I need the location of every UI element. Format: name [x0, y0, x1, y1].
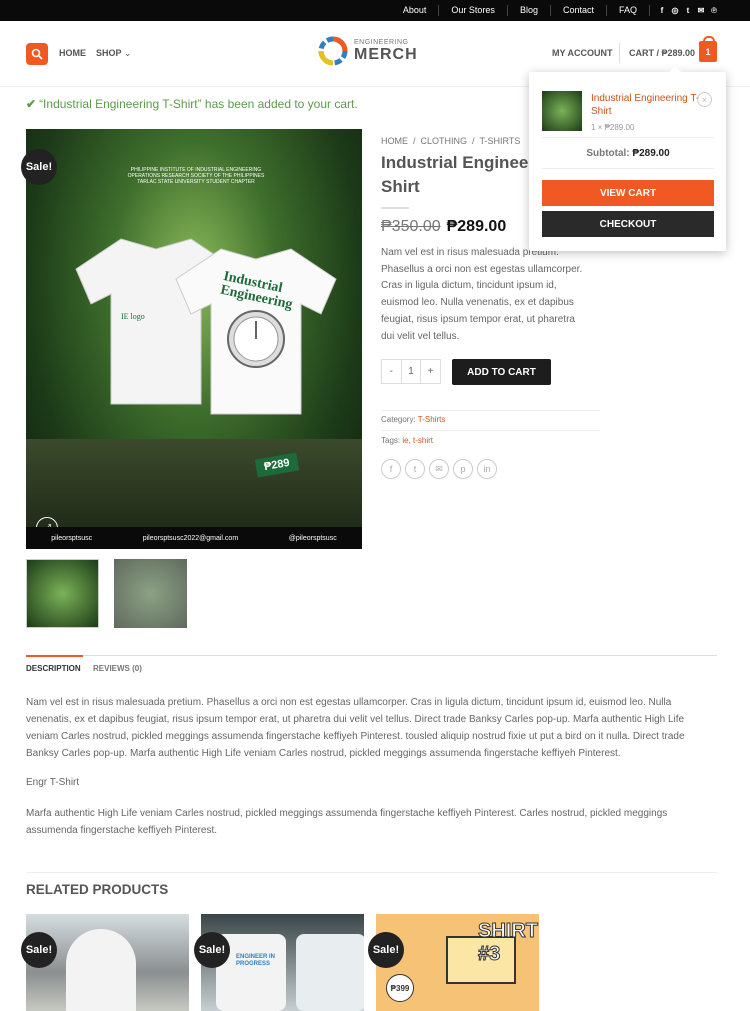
description-paragraph-3: Marfa authentic High Life veniam Carles … — [26, 808, 668, 836]
view-cart-button[interactable]: VIEW CART — [542, 180, 714, 206]
checkout-button[interactable]: CHECKOUT — [542, 211, 714, 237]
product-tabs: DESCRIPTION REVIEWS (0) — [26, 655, 717, 681]
related-1-sale-badge: Sale! — [21, 932, 57, 968]
meta-divider-2 — [381, 430, 600, 431]
main-nav: HOME SHOP ⌄ — [59, 48, 131, 59]
qty-input[interactable]: 1 — [400, 360, 422, 383]
breadcrumb-tshirts[interactable]: T-SHIRTS — [480, 136, 521, 146]
nav-shop[interactable]: SHOP ⌄ — [96, 48, 131, 59]
related-1-image — [66, 929, 136, 1011]
related-3-title: SHIRT #3 — [478, 920, 539, 966]
share-email-icon[interactable]: ✉ — [429, 459, 449, 479]
pinterest-icon[interactable]: ℗ — [710, 6, 718, 15]
title-divider — [381, 207, 409, 209]
logo-line2: MERCH — [354, 46, 418, 63]
short-description: Nam vel est in risus malesuada pretium. … — [381, 247, 583, 342]
twitter-icon[interactable]: t — [684, 6, 692, 15]
social-icons: f ◎ t ✉ ℗ — [658, 6, 718, 15]
meta-divider-1 — [381, 410, 600, 411]
breadcrumb-home[interactable]: HOME — [381, 136, 408, 146]
gear-logo-icon — [318, 36, 348, 66]
old-price: ₱350.00 — [381, 218, 441, 235]
image-footer-twitter: @pileorsptsusc — [288, 534, 337, 542]
site-logo[interactable]: ENGINEERING MERCH — [316, 34, 418, 68]
image-header-text: PHILIPPINE INSTITUTE OF INDUSTRIAL ENGIN… — [127, 167, 265, 185]
header-divider — [619, 43, 620, 63]
logo-text: ENGINEERING MERCH — [354, 39, 418, 63]
my-account-link[interactable]: MY ACCOUNT — [552, 48, 613, 58]
added-to-cart-notice: ✔ “Industrial Engineering T-Shirt” has be… — [26, 97, 358, 111]
product-category: Category: T-Shirts — [381, 415, 446, 424]
mini-cart-item-name[interactable]: Industrial Engineering T-Shirt — [591, 92, 701, 118]
related-2-sale-badge: Sale! — [194, 932, 230, 968]
breadcrumb-clothing[interactable]: CLOTHING — [421, 136, 468, 146]
product-thumbnail-1[interactable] — [26, 559, 99, 628]
image-footer-strip: pileorsptsusc pileorsptsusc2022@gmail.co… — [26, 527, 362, 549]
sale-badge: Sale! — [21, 149, 57, 185]
category-link[interactable]: T-Shirts — [418, 415, 446, 424]
subtotal-value: ₱289.00 — [632, 148, 670, 159]
product-main-image[interactable]: PHILIPPINE INSTITUTE OF INDUSTRIAL ENGIN… — [26, 129, 362, 549]
topbar-link-contact[interactable]: Contact — [551, 5, 607, 16]
related-product-3[interactable]: SHIRT #3 ₱399 — [376, 914, 539, 1011]
search-icon — [31, 48, 43, 60]
image-footer-email: pileorsptsusc2022@gmail.com — [142, 534, 239, 542]
related-product-2[interactable]: ENGINEER IN PROGRESS — [201, 914, 364, 1011]
qty-plus-button[interactable]: + — [421, 360, 440, 383]
tags-links[interactable]: ie, t-shirt — [402, 436, 433, 445]
share-twitter-icon[interactable]: t — [405, 459, 425, 479]
product-price: ₱350.00 ₱289.00 — [381, 218, 506, 236]
mini-cart-subtotal: Subtotal: ₱289.00 — [542, 137, 714, 169]
instagram-icon[interactable]: ◎ — [671, 6, 679, 15]
breadcrumb: HOME / CLOTHING / T-SHIRTS — [381, 136, 521, 146]
related-3-price-badge: ₱399 — [386, 974, 414, 1002]
cart-bag-icon[interactable]: 1 — [699, 36, 717, 62]
related-3-sale-badge: Sale! — [368, 932, 404, 968]
share-linkedin-icon[interactable]: in — [477, 459, 497, 479]
product-tags: Tags: ie, t-shirt — [381, 436, 434, 445]
nav-home[interactable]: HOME — [59, 48, 86, 59]
add-to-cart-button[interactable]: ADD TO CART — [452, 359, 551, 385]
product-thumbnail-2[interactable] — [114, 559, 187, 628]
qty-minus-button[interactable]: - — [382, 360, 401, 383]
description-paragraph-2: Engr T-Shirt — [26, 777, 80, 788]
topbar-link-blog[interactable]: Blog — [508, 5, 551, 16]
mini-cart-dropdown: Industrial Engineering T-Shirt 1 × ₱289.… — [529, 66, 726, 251]
related-divider — [26, 872, 717, 873]
top-bar: About Our Stores Blog Contact FAQ f ◎ t … — [0, 0, 750, 21]
topbar-link-about[interactable]: About — [391, 5, 440, 16]
share-icons: f t ✉ p in — [381, 459, 497, 479]
cart-count: 1 — [705, 46, 711, 57]
sale-price: ₱289.00 — [446, 218, 507, 235]
mini-cart-item-qty: 1 × ₱289.00 — [591, 123, 635, 132]
description-paragraph-1: Nam vel est in risus malesuada pretium. … — [26, 697, 685, 759]
checkmark-icon: ✔ — [26, 97, 37, 111]
related-products-heading: RELATED PRODUCTS — [26, 882, 169, 897]
tab-description[interactable]: DESCRIPTION — [26, 655, 83, 673]
topbar-link-faq[interactable]: FAQ — [607, 5, 650, 16]
share-facebook-icon[interactable]: f — [381, 459, 401, 479]
product-title: Industrial Engineer Shirt — [381, 153, 535, 196]
tab-reviews[interactable]: REVIEWS (0) — [93, 664, 142, 673]
related-2-shirt-back — [296, 934, 364, 1011]
svg-text:IE logo: IE logo — [121, 312, 145, 321]
search-button[interactable] — [26, 43, 48, 65]
share-pinterest-icon[interactable]: p — [453, 459, 473, 479]
related-2-print: ENGINEER IN PROGRESS — [236, 954, 276, 967]
notice-text: “Industrial Engineering T-Shirt” has bee… — [39, 97, 358, 111]
cart-link[interactable]: CART / ₱289.00 — [629, 48, 695, 58]
topbar-link-stores[interactable]: Our Stores — [439, 5, 508, 16]
chevron-down-icon: ⌄ — [123, 48, 132, 58]
facebook-icon[interactable]: f — [658, 6, 666, 15]
quantity-stepper: - 1 + — [381, 359, 441, 384]
image-footer-fb: pileorsptsusc — [51, 534, 93, 542]
tshirt-front-illustration — [175, 248, 337, 415]
mini-cart-item-image[interactable] — [542, 91, 582, 131]
remove-item-icon[interactable]: × — [697, 92, 712, 107]
email-icon[interactable]: ✉ — [697, 6, 705, 15]
